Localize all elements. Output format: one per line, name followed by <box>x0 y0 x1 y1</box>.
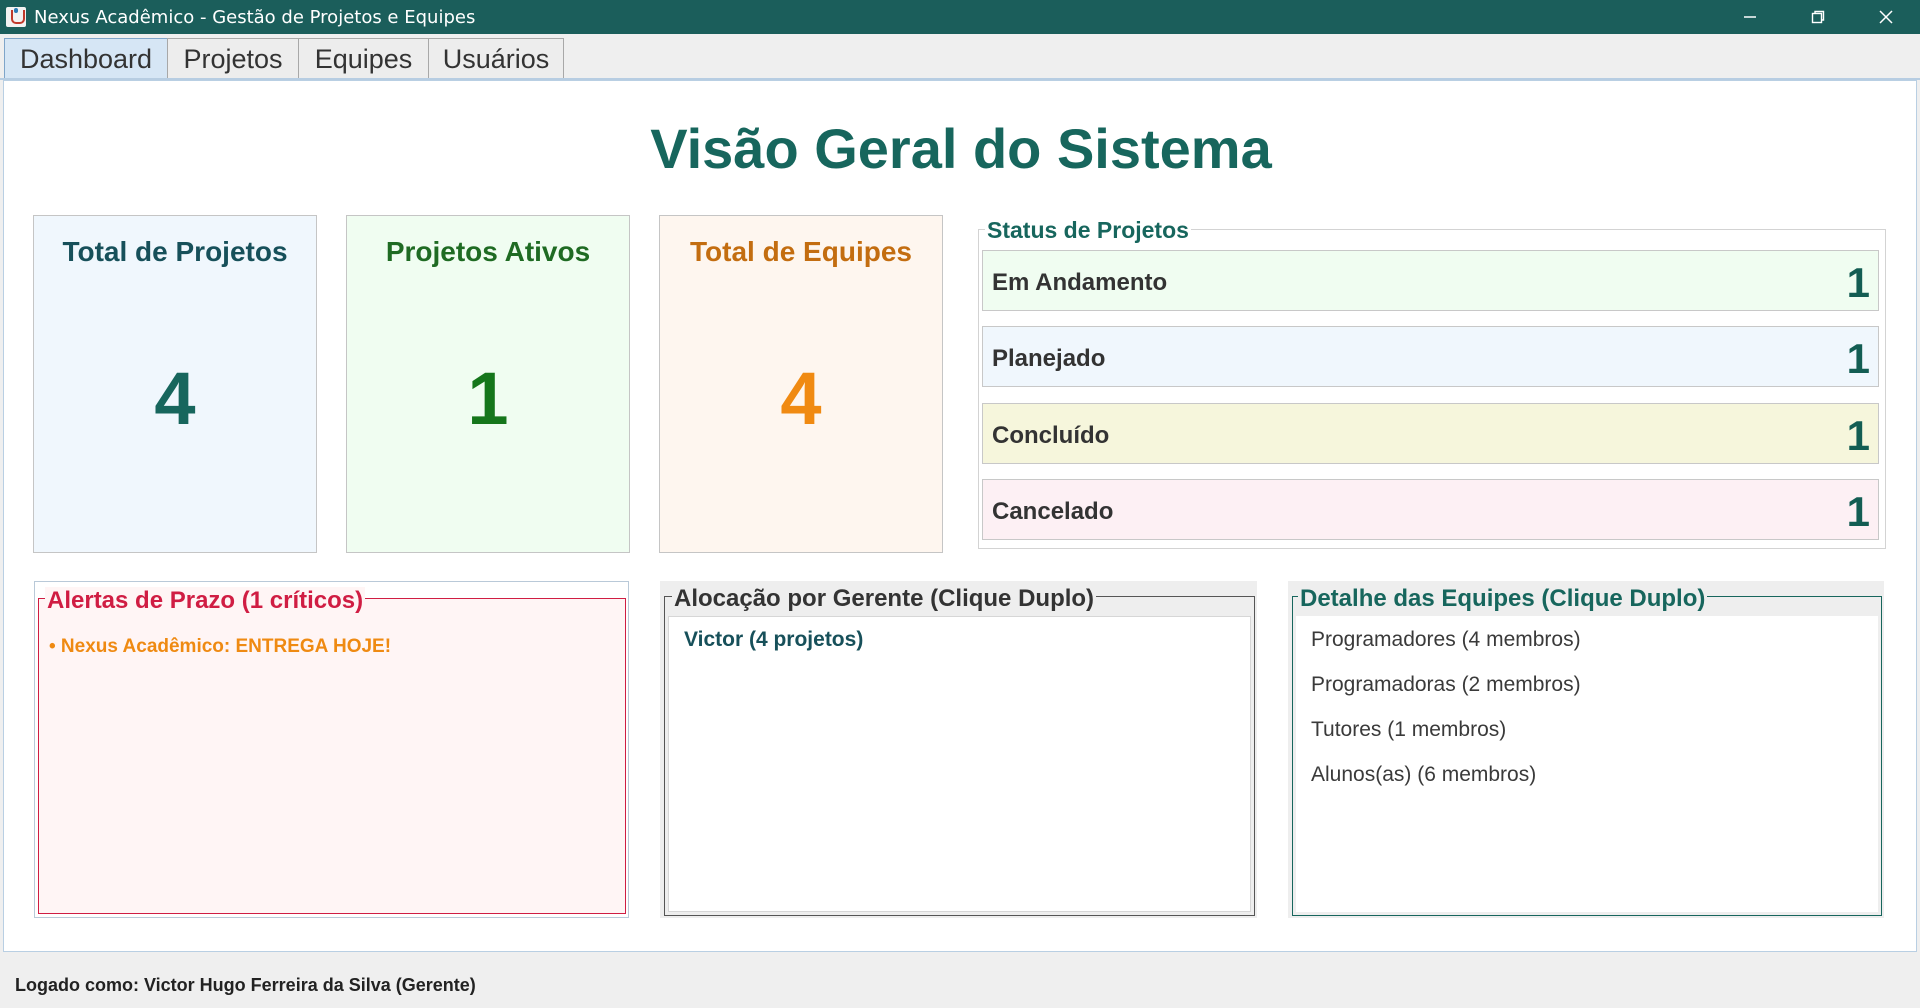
status-row-planejado: Planejado 1 <box>982 326 1879 387</box>
title-bar: Nexus Acadêmico - Gestão de Projetos e E… <box>0 0 1920 34</box>
card-label: Projetos Ativos <box>385 236 591 267</box>
window-controls <box>1716 0 1920 34</box>
java-app-icon <box>6 7 26 27</box>
logged-user-label: Logado como: Victor Hugo Ferreira da Sil… <box>15 975 476 995</box>
card-projetos-ativos: Projetos Ativos 1 <box>346 215 630 553</box>
allocation-list[interactable] <box>668 616 1251 912</box>
tab-label: Equipes <box>314 43 413 74</box>
status-count: 1 <box>1846 259 1870 306</box>
tab-label: Projetos <box>183 43 283 74</box>
minimize-icon <box>1744 16 1756 18</box>
status-row-em-andamento: Em Andamento 1 <box>982 250 1879 311</box>
tab-usuarios[interactable]: Usuários <box>428 38 564 79</box>
tab-equipes[interactable]: Equipes <box>298 38 429 79</box>
status-label: Concluído <box>992 422 1110 449</box>
close-icon <box>1879 10 1893 24</box>
close-button[interactable] <box>1852 0 1920 34</box>
teams-title: Detalhe das Equipes (Clique Duplo) <box>1298 585 1708 613</box>
allocation-title: Alocação por Gerente (Clique Duplo) <box>672 585 1097 613</box>
tab-bar: Dashboard Projetos Equipes Usuários <box>0 34 1920 79</box>
tab-dashboard[interactable]: Dashboard <box>4 38 168 79</box>
card-value: 4 <box>780 357 822 440</box>
manager-list-item[interactable]: Victor (4 projetos) <box>684 628 863 652</box>
tab-projetos[interactable]: Projetos <box>167 38 299 79</box>
minimize-button[interactable] <box>1716 0 1784 34</box>
status-label: Cancelado <box>992 498 1114 525</box>
restore-icon <box>1811 10 1825 24</box>
page-title: Visão Geral do Sistema <box>650 117 1272 180</box>
alerts-title: Alertas de Prazo (1 críticos) <box>45 587 366 615</box>
team-list-item[interactable]: Programadoras (2 membros) <box>1311 673 1581 697</box>
card-value: 4 <box>154 357 196 440</box>
status-label: Planejado <box>992 345 1106 372</box>
team-list-item[interactable]: Tutores (1 membros) <box>1311 718 1506 742</box>
status-count: 1 <box>1846 412 1870 459</box>
card-label: Total de Equipes <box>690 236 912 267</box>
card-value: 1 <box>467 357 509 440</box>
status-row-cancelado: Cancelado 1 <box>982 479 1879 540</box>
card-total-projetos: Total de Projetos 4 <box>33 215 317 553</box>
team-list-item[interactable]: Programadores (4 membros) <box>1311 628 1581 652</box>
tab-label: Dashboard <box>19 43 153 74</box>
team-list-item[interactable]: Alunos(as) (6 membros) <box>1311 763 1536 787</box>
restore-button[interactable] <box>1784 0 1852 34</box>
status-group-title: Status de Projetos <box>985 217 1191 244</box>
status-label: Em Andamento <box>992 269 1168 296</box>
window-title: Nexus Acadêmico - Gestão de Projetos e E… <box>34 6 476 28</box>
status-count: 1 <box>1846 335 1870 382</box>
tab-label: Usuários <box>442 43 550 74</box>
card-label: Total de Projetos <box>62 236 288 267</box>
card-total-equipes: Total de Equipes 4 <box>659 215 943 553</box>
status-row-concluido: Concluído 1 <box>982 403 1879 464</box>
alert-item[interactable]: • Nexus Acadêmico: ENTREGA HOJE! <box>49 636 391 658</box>
status-count: 1 <box>1846 488 1870 535</box>
